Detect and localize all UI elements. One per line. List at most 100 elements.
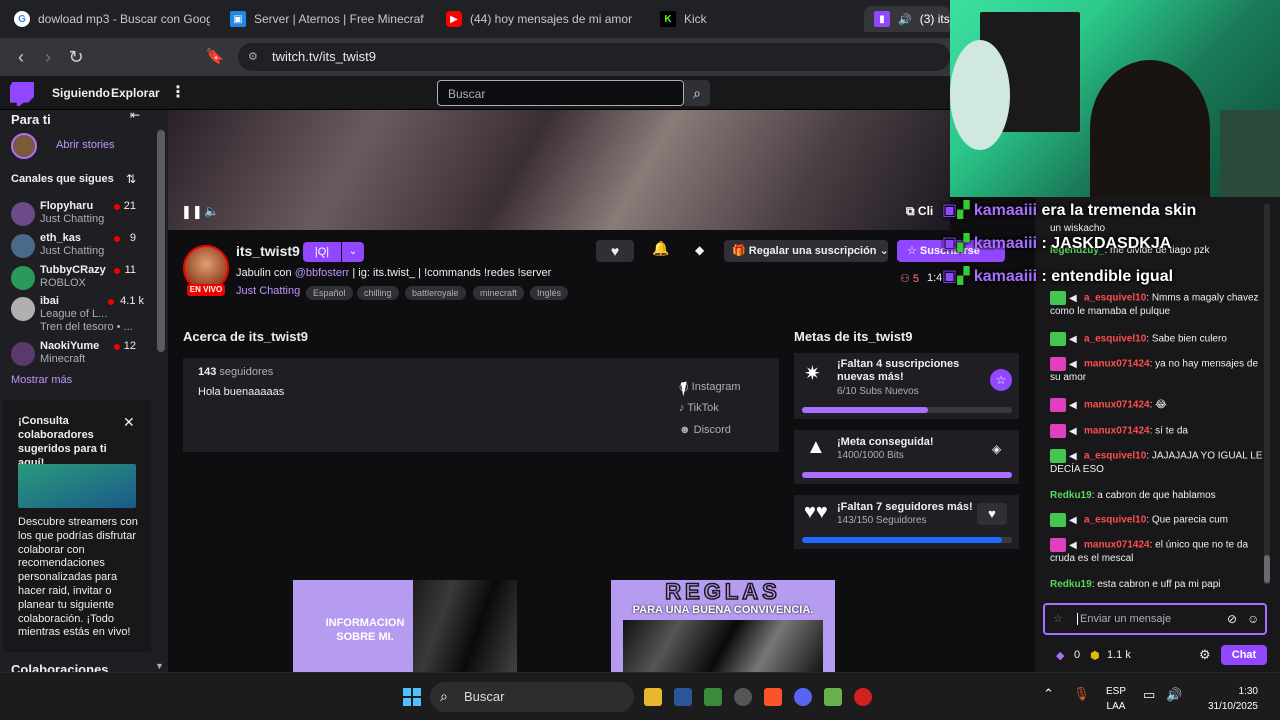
pause-icon[interactable]: ❚❚ <box>181 204 203 220</box>
stream-title: Jabulin con @bbfosterr | ig: its.twist_ … <box>236 267 551 279</box>
sidebar-channel-ibai[interactable]: ibai League of L... Tren del tesoro • ..… <box>0 293 158 335</box>
bits-diamond-icon[interactable]: ◈ <box>992 442 1001 456</box>
word-icon[interactable] <box>674 688 692 706</box>
bits-icon[interactable]: ◆ <box>1056 649 1064 662</box>
channel-game: Just Chatting <box>40 213 105 225</box>
open-stories-link[interactable]: Abrir stories <box>56 139 115 151</box>
subscribe-star-button[interactable]: ☆ <box>990 369 1012 391</box>
show-more-link[interactable]: Mostrar más <box>11 374 72 386</box>
volume-icon[interactable]: 🔊 <box>1166 687 1182 703</box>
more-options-icon[interactable]: ⋮ <box>170 82 186 102</box>
search-icon[interactable]: ⌕ <box>684 80 710 106</box>
tag-pill[interactable]: minecraft <box>473 286 525 300</box>
chat-username[interactable]: manux071424 <box>1084 540 1150 551</box>
sidebar-scrollbar[interactable] <box>157 130 165 352</box>
brave-browser-icon[interactable] <box>764 688 782 706</box>
address-bar[interactable]: ⚙ twitch.tv/its_twist9 <box>238 43 950 71</box>
bookmark-icon[interactable]: 🔖 <box>204 46 226 68</box>
browser-tab[interactable]: ▶ (44) hoy mensajes de mi amor - Y <box>436 6 636 32</box>
chat-input[interactable]: ☆ Enviar un mensaje ⊘ ☺ <box>1043 603 1267 635</box>
stories-avatar[interactable] <box>11 133 37 159</box>
collapse-sidebar-icon[interactable]: ⇤ <box>130 108 140 122</box>
network-icon[interactable]: ▭ <box>1143 687 1155 703</box>
chat-username[interactable]: Redku19 <box>1050 490 1092 501</box>
windows-start-icon[interactable] <box>403 688 421 706</box>
chat-send-button[interactable]: Chat <box>1221 645 1267 665</box>
tag-pill[interactable]: Español <box>306 286 353 300</box>
sidebar-channel-tubbycrazy[interactable]: TubbyCRazy ROBLOX 11 <box>0 262 158 294</box>
title-mention-link[interactable]: @bbfosterr <box>295 267 350 279</box>
sidebar-channel-eth-kas[interactable]: eth_kas Just Chatting 9 <box>0 230 158 262</box>
chevron-up-icon[interactable]: ⌃ <box>1043 686 1054 702</box>
clock[interactable]: 1:30 31/10/2025 <box>1198 684 1258 714</box>
clip-button[interactable]: ⧉ Cli <box>906 204 933 219</box>
nav-browse[interactable]: Explorar <box>111 86 160 100</box>
follow-heart-button[interactable]: ♥ <box>977 503 1007 525</box>
info-panel-image[interactable]: INFORMACION SOBRE MI. <box>293 580 517 675</box>
follow-heart-button[interactable]: ♥ <box>596 240 634 262</box>
sidebar-channel-naokiyume[interactable]: NaokiYume Minecraft 12 <box>0 338 158 370</box>
language-indicator[interactable]: ESP LAA <box>1106 684 1126 714</box>
viewer-count: ⚇ 5 <box>900 272 919 285</box>
live-dot-icon <box>114 268 120 274</box>
minecraft-icon[interactable] <box>824 688 842 706</box>
channel-points-icon[interactable]: ⬢ <box>1090 649 1100 662</box>
rules-subtitle: PARA UNA BUENA CONVIVENCIA. <box>632 604 814 616</box>
back-icon[interactable]: ‹ <box>10 46 32 68</box>
gift-sub-button[interactable]: 🎁 Regalar una suscripción ⌄ <box>724 240 889 262</box>
rules-panel-image[interactable]: REGLAS PARA UNA BUENA CONVIVENCIA. <box>611 580 835 675</box>
live-dot-icon <box>108 299 114 305</box>
browser-tab[interactable]: ▣ Server | Aternos | Free Minecraft S <box>220 6 424 32</box>
tag-pill[interactable]: battleroyale <box>405 286 466 300</box>
browser-tab-active[interactable]: ▮ 🔊 (3) its_tv <box>864 6 950 32</box>
chevron-down-icon[interactable]: ⌄ <box>342 242 364 262</box>
tag-pill[interactable]: Inglés <box>530 286 569 300</box>
file-explorer-icon[interactable] <box>644 688 662 706</box>
chat-username[interactable]: a_esquivel10 <box>1084 451 1146 462</box>
volume-icon[interactable]: 🔈 <box>204 204 219 218</box>
channel-name[interactable]: its_twist9 <box>236 243 300 259</box>
channel-game: Minecraft <box>40 353 86 365</box>
browser-tab[interactable]: K Kick <box>650 6 770 32</box>
tag-pill[interactable]: chilling <box>357 286 399 300</box>
goal-title: ¡Faltan 4 suscripciones nuevas más! <box>837 358 960 383</box>
emoji-icon[interactable]: ☺ <box>1247 612 1259 626</box>
chat-username[interactable]: a_esquivel10 <box>1084 293 1146 304</box>
social-link-discord[interactable]: ☻ Discord <box>679 424 731 436</box>
bits-icon[interactable]: ◆ <box>695 243 704 257</box>
category-link[interactable]: Just Chatting <box>236 285 300 297</box>
sort-icon[interactable]: ⇅ <box>126 172 136 186</box>
settings-app-icon[interactable] <box>734 688 752 706</box>
forward-icon[interactable]: › <box>37 46 59 68</box>
chat-username[interactable]: manux071424 <box>1084 359 1150 370</box>
notification-bell-icon[interactable]: 🔔 <box>652 240 669 257</box>
microphone-icon[interactable]: 🎙 <box>1073 686 1090 702</box>
browser-tab[interactable]: G dowload mp3 - Buscar con Google <box>4 6 210 32</box>
xbox-icon[interactable] <box>704 688 722 706</box>
channel-game: Just Chatting <box>40 245 105 257</box>
social-link-tiktok[interactable]: ♪ TikTok <box>679 402 719 414</box>
site-info-icon[interactable]: ⚙ <box>248 50 262 64</box>
chat-username[interactable]: Redku19 <box>1050 579 1092 590</box>
reload-icon[interactable]: ↻ <box>65 46 87 68</box>
clock-time: 1:30 <box>1238 686 1258 697</box>
close-icon[interactable]: ✕ <box>123 414 135 431</box>
chat-username[interactable]: manux071424 <box>1084 426 1150 437</box>
live-dot-icon <box>114 236 120 242</box>
discord-icon[interactable] <box>794 688 812 706</box>
chat-username[interactable]: a_esquivel10 <box>1084 515 1146 526</box>
scroll-down-icon[interactable]: ▼ <box>155 661 164 671</box>
search-input[interactable]: Buscar <box>437 80 684 106</box>
taskbar-search[interactable]: ⌕ Buscar <box>430 682 634 712</box>
settings-icon[interactable]: ⚙ <box>1199 647 1211 663</box>
video-player[interactable] <box>168 110 950 230</box>
chat-username[interactable]: a_esquivel10 <box>1084 334 1146 345</box>
chat-text: Que parecia cum <box>1151 514 1228 526</box>
star-icon[interactable]: ☆ <box>1053 612 1063 625</box>
no-emote-icon[interactable]: ⊘ <box>1227 612 1237 626</box>
channel-game: League of L... <box>40 308 108 320</box>
obs-icon[interactable] <box>854 688 872 706</box>
sidebar-channel-flopyharu[interactable]: Flopyharu Just Chatting 21 <box>0 198 158 230</box>
nav-following[interactable]: Siguiendo <box>52 86 110 100</box>
chat-username[interactable]: manux071424 <box>1084 400 1150 411</box>
